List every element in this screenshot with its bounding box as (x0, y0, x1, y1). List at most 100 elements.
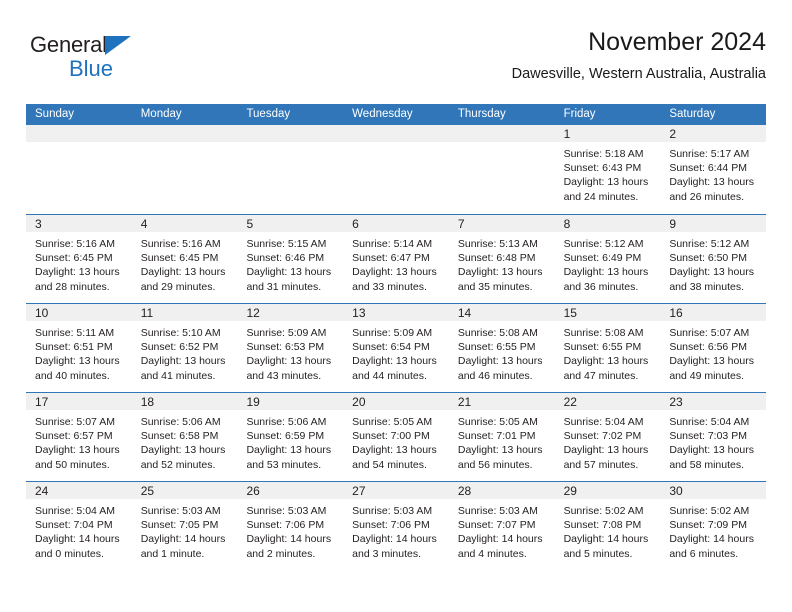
day-cell[interactable]: 14 Sunrise: 5:08 AM Sunset: 6:55 PM Dayl… (448, 304, 555, 392)
daylight-text-line2: and 4 minutes. (457, 547, 527, 560)
day-number: 24 (26, 482, 132, 499)
daylight-text-line1: Daylight: 13 hours (457, 266, 543, 279)
day-cell[interactable]: 16 Sunrise: 5:07 AM Sunset: 6:56 PM Dayl… (660, 304, 767, 392)
day-number: 25 (131, 482, 238, 499)
day-cell[interactable]: 19 Sunrise: 5:06 AM Sunset: 6:59 PM Dayl… (237, 393, 344, 481)
sunset-text: Sunset: 6:47 PM (352, 252, 430, 265)
sunset-text: Sunset: 7:08 PM (563, 519, 642, 532)
daylight-text-line1: Daylight: 13 hours (140, 444, 226, 457)
day-details: Sunrise: 5:06 AM Sunset: 6:59 PM Dayligh… (237, 410, 343, 472)
day-number: 7 (448, 215, 555, 232)
day-cell[interactable]: 13 Sunrise: 5:09 AM Sunset: 6:54 PM Dayl… (343, 304, 449, 392)
daylight-text-line2: and 54 minutes. (352, 458, 427, 471)
sunrise-text: Sunrise: 5:03 AM (246, 505, 327, 517)
daylight-text-line1: Daylight: 13 hours (246, 266, 332, 279)
day-cell[interactable]: 3 Sunrise: 5:16 AM Sunset: 6:45 PM Dayli… (26, 215, 132, 303)
day-cell[interactable]: 27 Sunrise: 5:03 AM Sunset: 7:06 PM Dayl… (343, 482, 449, 570)
day-cell[interactable]: 20 Sunrise: 5:05 AM Sunset: 7:00 PM Dayl… (343, 393, 449, 481)
day-cell[interactable]: 22 Sunrise: 5:04 AM Sunset: 7:02 PM Dayl… (554, 393, 661, 481)
sunrise-text: Sunrise: 5:06 AM (246, 416, 327, 428)
day-number: 20 (343, 393, 449, 410)
calendar-page: General Blue November 2024 Dawesville, W… (0, 0, 792, 612)
day-cell[interactable]: 5 Sunrise: 5:15 AM Sunset: 6:46 PM Dayli… (237, 215, 344, 303)
day-cell[interactable]: 25 Sunrise: 5:03 AM Sunset: 7:05 PM Dayl… (131, 482, 238, 570)
sunset-text: Sunset: 6:58 PM (140, 430, 219, 443)
sunset-text: Sunset: 7:09 PM (669, 519, 747, 532)
daylight-text-line1: Daylight: 13 hours (563, 176, 649, 189)
day-cell[interactable]: 11 Sunrise: 5:10 AM Sunset: 6:52 PM Dayl… (131, 304, 238, 392)
daylight-text-line2: and 26 minutes. (669, 190, 745, 203)
sunrise-text: Sunrise: 5:15 AM (246, 238, 327, 250)
day-cell[interactable]: 23 Sunrise: 5:04 AM Sunset: 7:03 PM Dayl… (660, 393, 767, 481)
day-details: Sunrise: 5:04 AM Sunset: 7:03 PM Dayligh… (660, 410, 766, 472)
daylight-text-line1: Daylight: 13 hours (563, 444, 649, 457)
sunrise-text: Sunrise: 5:05 AM (352, 416, 433, 428)
day-number: 4 (131, 215, 238, 232)
day-details: Sunrise: 5:13 AM Sunset: 6:48 PM Dayligh… (449, 232, 555, 294)
weekday-header-tuesday: Tuesday (246, 108, 291, 120)
day-cell[interactable]: 17 Sunrise: 5:07 AM Sunset: 6:57 PM Dayl… (26, 393, 132, 481)
day-details (343, 142, 449, 147)
sunset-text: Sunset: 6:55 PM (457, 341, 536, 354)
sunset-text: Sunset: 6:43 PM (563, 162, 642, 175)
day-cell[interactable]: 1 Sunrise: 5:18 AM Sunset: 6:43 PM Dayli… (554, 125, 661, 214)
daylight-text-line2: and 41 minutes. (140, 369, 216, 382)
weekday-header-wednesday: Wednesday (352, 108, 413, 120)
day-cell[interactable]: 2 Sunrise: 5:17 AM Sunset: 6:44 PM Dayli… (660, 125, 767, 214)
day-number (131, 125, 238, 142)
sunset-text: Sunset: 6:51 PM (35, 341, 113, 354)
day-cell[interactable]: 12 Sunrise: 5:09 AM Sunset: 6:53 PM Dayl… (237, 304, 344, 392)
triangle-icon (104, 36, 131, 55)
sunrise-text: Sunrise: 5:14 AM (352, 238, 433, 250)
day-number: 27 (343, 482, 449, 499)
day-cell[interactable]: 28 Sunrise: 5:03 AM Sunset: 7:07 PM Dayl… (448, 482, 555, 570)
day-cell[interactable]: 29 Sunrise: 5:02 AM Sunset: 7:08 PM Dayl… (554, 482, 661, 570)
daylight-text-line1: Daylight: 13 hours (246, 444, 332, 457)
daylight-text-line1: Daylight: 14 hours (352, 533, 437, 546)
daylight-text-line2: and 2 minutes. (246, 547, 316, 560)
daylight-text-line2: and 44 minutes. (352, 369, 427, 382)
day-cell[interactable]: 4 Sunrise: 5:16 AM Sunset: 6:45 PM Dayli… (131, 215, 238, 303)
sunrise-text: Sunrise: 5:11 AM (35, 327, 115, 339)
day-details: Sunrise: 5:17 AM Sunset: 6:44 PM Dayligh… (660, 142, 766, 204)
day-details: Sunrise: 5:06 AM Sunset: 6:58 PM Dayligh… (132, 410, 238, 472)
day-cell[interactable]: 30 Sunrise: 5:02 AM Sunset: 7:09 PM Dayl… (660, 482, 767, 570)
daylight-text-line1: Daylight: 13 hours (35, 444, 120, 457)
sunset-text: Sunset: 6:57 PM (35, 430, 113, 443)
day-number: 30 (660, 482, 767, 499)
day-cell[interactable]: 7 Sunrise: 5:13 AM Sunset: 6:48 PM Dayli… (448, 215, 555, 303)
weekday-header-sunday: Sunday (35, 108, 75, 120)
day-number: 6 (343, 215, 449, 232)
daylight-text-line1: Daylight: 13 hours (563, 266, 649, 279)
day-details: Sunrise: 5:12 AM Sunset: 6:49 PM Dayligh… (555, 232, 661, 294)
day-cell[interactable]: 18 Sunrise: 5:06 AM Sunset: 6:58 PM Dayl… (131, 393, 238, 481)
day-cell[interactable]: 10 Sunrise: 5:11 AM Sunset: 6:51 PM Dayl… (26, 304, 132, 392)
sunrise-text: Sunrise: 5:16 AM (35, 238, 115, 250)
day-cell[interactable]: 6 Sunrise: 5:14 AM Sunset: 6:47 PM Dayli… (343, 215, 449, 303)
daylight-text-line1: Daylight: 13 hours (246, 355, 332, 368)
sunrise-text: Sunrise: 5:04 AM (563, 416, 644, 428)
day-cell[interactable]: 24 Sunrise: 5:04 AM Sunset: 7:04 PM Dayl… (26, 482, 132, 570)
day-cell[interactable] (448, 125, 555, 214)
day-cell[interactable]: 9 Sunrise: 5:12 AM Sunset: 6:50 PM Dayli… (660, 215, 767, 303)
day-cell[interactable] (237, 125, 344, 214)
day-details: Sunrise: 5:07 AM Sunset: 6:56 PM Dayligh… (660, 321, 766, 383)
daylight-text-line1: Daylight: 14 hours (563, 533, 649, 546)
day-cell[interactable] (131, 125, 238, 214)
week-row: 3 Sunrise: 5:16 AM Sunset: 6:45 PM Dayli… (26, 214, 767, 303)
day-details: Sunrise: 5:03 AM Sunset: 7:06 PM Dayligh… (343, 499, 449, 561)
week-row: 1 Sunrise: 5:18 AM Sunset: 6:43 PM Dayli… (26, 125, 767, 214)
day-number: 18 (131, 393, 238, 410)
sunrise-text: Sunrise: 5:06 AM (140, 416, 221, 428)
day-cell[interactable] (343, 125, 449, 214)
day-cell[interactable]: 15 Sunrise: 5:08 AM Sunset: 6:55 PM Dayl… (554, 304, 661, 392)
day-cell[interactable]: 26 Sunrise: 5:03 AM Sunset: 7:06 PM Dayl… (237, 482, 344, 570)
day-number (26, 125, 132, 142)
generalblue-logo[interactable]: General Blue (30, 34, 230, 90)
day-cell[interactable] (26, 125, 132, 214)
day-cell[interactable]: 8 Sunrise: 5:12 AM Sunset: 6:49 PM Dayli… (554, 215, 661, 303)
day-number: 9 (660, 215, 767, 232)
day-cell[interactable]: 21 Sunrise: 5:05 AM Sunset: 7:01 PM Dayl… (448, 393, 555, 481)
daylight-text-line2: and 47 minutes. (563, 369, 639, 382)
sunrise-text: Sunrise: 5:03 AM (352, 505, 433, 517)
